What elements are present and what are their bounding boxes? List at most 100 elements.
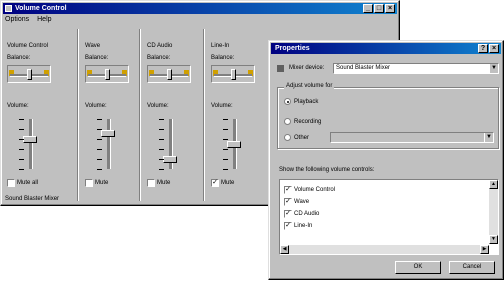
menu-options[interactable]: Options [5,16,29,23]
maximize-button[interactable]: □ [374,4,384,13]
vertical-scrollbar[interactable]: ▲ ▼ [489,180,498,244]
column-divider [203,29,205,201]
volume-slider-thumb[interactable] [163,155,177,163]
slider-tick [19,159,24,160]
slider-tick [97,159,102,160]
volume-slider-thumb[interactable] [23,136,37,144]
scroll-down-icon[interactable]: ▼ [489,235,498,244]
slider-tick [159,139,164,140]
volume-slider-thumb[interactable] [101,129,115,137]
slider-tick [159,119,164,120]
list-item[interactable]: ✓ Line-In [284,222,312,230]
mute-all-checkbox[interactable]: Mute all [7,179,38,187]
volume-slider-track[interactable] [29,119,33,169]
radio-other[interactable]: Other [284,134,309,141]
other-device-select[interactable]: ▼ [330,132,494,143]
slider-tick [19,169,24,170]
list-item[interactable]: ✓ CD Audio [284,210,319,218]
volume-slider-track[interactable] [107,119,111,169]
speaker-icon [277,65,284,72]
balance-thumb[interactable] [27,69,32,80]
checkbox-box[interactable]: ✓ [284,222,292,230]
cancel-button[interactable]: Cancel [449,261,495,274]
minimize-button[interactable]: _ [363,4,373,13]
slider-tick [97,169,102,170]
radio-button[interactable] [284,98,291,105]
menu-help[interactable]: Help [37,16,51,23]
scroll-up-icon[interactable]: ▲ [489,180,498,189]
checkbox-box[interactable]: ✓ [211,179,219,187]
title-bar[interactable]: Volume Control _ □ × [3,3,397,14]
volume-label: Volume: [85,103,107,109]
radio-button[interactable] [284,118,291,125]
horizontal-scrollbar[interactable]: ◀ ▶ [280,245,489,254]
radio-playback[interactable]: Playback [284,98,318,105]
checkbox-box[interactable]: ✓ [284,198,292,206]
checkbox-box[interactable] [7,179,15,187]
balance-slider[interactable] [211,65,255,83]
column-title: Line-In [211,43,230,49]
slider-tick [223,129,228,130]
mute-checkbox[interactable]: Mute [85,179,108,187]
checkbox-box[interactable]: ✓ [284,186,292,194]
help-button[interactable]: ? [478,44,488,53]
list-item-label: CD Audio [294,211,320,217]
slider-tick [97,139,102,140]
balance-label: Balance: [211,55,235,61]
status-bar: Sound Blaster Mixer [5,196,60,202]
list-item[interactable]: ✓ Volume Control [284,186,335,194]
balance-slider[interactable] [85,65,129,83]
close-button[interactable]: × [489,44,499,53]
mixer-column-line-in: Line-In Balance: Volume: ✓ Mute [207,31,267,201]
mute-checkbox[interactable]: ✓ Mute [211,179,234,187]
list-item-label: Line-In [294,223,313,229]
mute-label: Mute [221,180,235,186]
mute-label: Mute [157,180,171,186]
adjust-volume-group: Adjust volume for Playback Recording Oth… [277,83,499,149]
slider-tick [223,169,228,170]
chevron-down-icon[interactable]: ▼ [484,133,493,142]
scroll-left-icon[interactable]: ◀ [280,245,289,254]
checkbox-box[interactable] [85,179,93,187]
column-title: Volume Control [7,43,49,49]
ok-button[interactable]: OK [395,261,441,274]
list-item[interactable]: ✓ Wave [284,198,309,206]
volume-label: Volume: [211,103,233,109]
show-controls-label: Show the following volume controls: [279,167,375,173]
scroll-right-icon[interactable]: ▶ [480,245,489,254]
slider-tick [97,129,102,130]
mixer-column-cd-audio: CD Audio Balance: Volume: Mute [143,31,203,201]
balance-thumb[interactable] [231,69,236,80]
mixer-device-value: Sound Blaster Mixer [336,65,391,71]
column-title: Wave [85,43,101,49]
slider-tick [223,159,228,160]
menu-bar: Options Help [5,16,52,23]
mixer-device-select[interactable]: Sound Blaster Mixer ▼ [333,63,499,74]
balance-thumb[interactable] [105,69,110,80]
list-item-label: Wave [294,199,310,205]
checkbox-box[interactable]: ✓ [284,210,292,218]
volume-controls-list[interactable]: ✓ Volume Control ✓ Wave ✓ CD Audio ✓ Lin… [279,179,499,255]
balance-thumb[interactable] [167,69,172,80]
mute-checkbox[interactable]: Mute [147,179,170,187]
speaker-app-icon [5,5,12,12]
slider-tick [159,129,164,130]
chevron-down-icon[interactable]: ▼ [489,64,498,73]
volume-slider-thumb[interactable] [227,140,241,148]
close-button[interactable]: × [385,4,395,13]
balance-label: Balance: [147,55,171,61]
radio-button[interactable] [284,134,291,141]
balance-label: Balance: [85,55,109,61]
slider-tick [159,149,164,150]
slider-tick [223,119,228,120]
slider-tick [97,119,102,120]
checkbox-box[interactable] [147,179,155,187]
slider-tick [19,119,24,120]
balance-slider[interactable] [7,65,51,83]
balance-slider[interactable] [147,65,191,83]
mixer-device-label: Mixer device: [289,65,325,71]
column-divider [139,29,141,201]
dialog-title-bar[interactable]: Properties ? × [271,43,501,54]
slider-tick [19,129,24,130]
radio-recording[interactable]: Recording [284,118,321,125]
